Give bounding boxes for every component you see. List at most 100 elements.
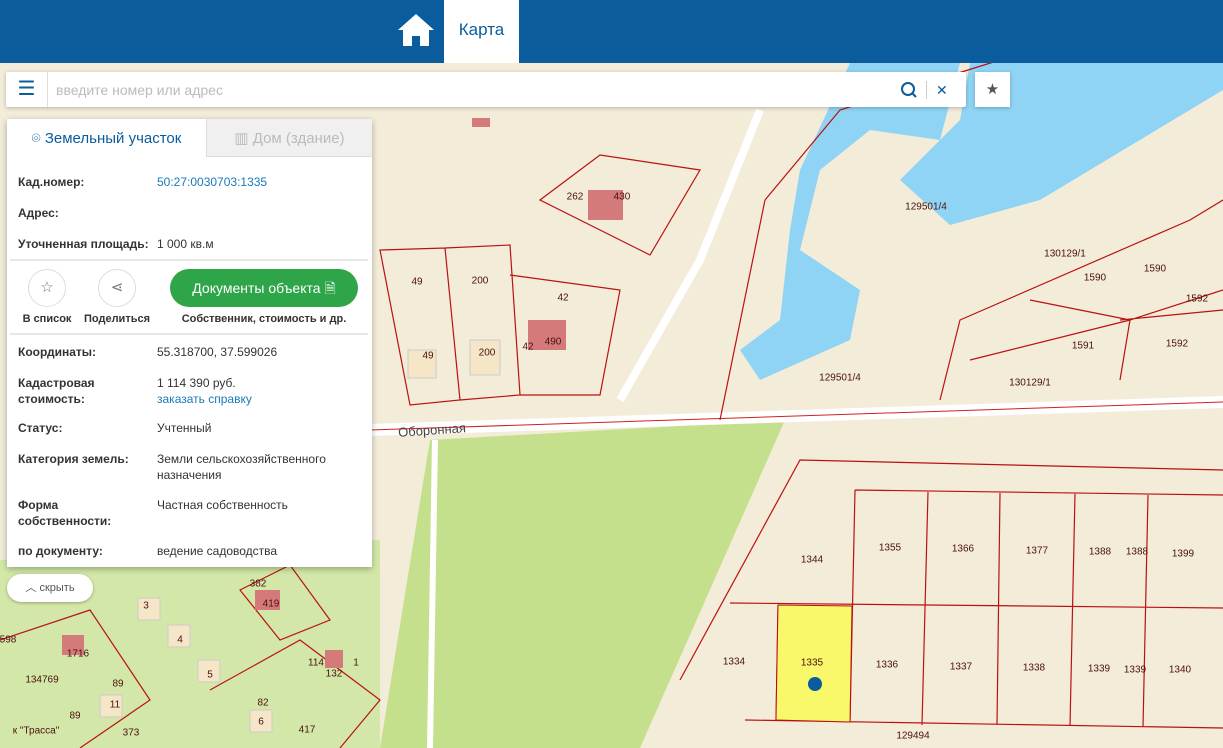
map-parcel-label: 419 bbox=[262, 598, 280, 610]
value: 55.318700, 37.599026 bbox=[157, 345, 278, 359]
document-icon: 🗎 bbox=[324, 280, 336, 296]
map-parcel-label: 1339 bbox=[1087, 663, 1111, 675]
map-parcel-label: 89 bbox=[69, 710, 81, 722]
value: Учтенный bbox=[157, 421, 212, 435]
documents-subtitle: Собственник, стоимость и др. bbox=[181, 313, 347, 325]
map-parcel-label: 42 bbox=[557, 292, 569, 304]
order-certificate-link[interactable]: заказать справку bbox=[157, 391, 367, 407]
label: Кад.номер: bbox=[18, 175, 85, 189]
map-parcel-label: 11 bbox=[109, 699, 121, 711]
map-parcel-label: 1591 bbox=[1071, 340, 1095, 352]
home-icon[interactable] bbox=[396, 12, 436, 48]
map-parcel-label: 82 bbox=[257, 697, 269, 709]
favorites-button[interactable]: ★ bbox=[975, 72, 1010, 107]
add-to-list-button[interactable]: ☆ bbox=[28, 269, 66, 307]
map-parcel-label: 1388 bbox=[1125, 546, 1149, 558]
add-to-list-label: В список bbox=[22, 313, 72, 325]
menu-icon[interactable]: ☰ bbox=[6, 72, 48, 107]
map-parcel-label: 1592 bbox=[1185, 293, 1209, 305]
divider bbox=[926, 81, 927, 99]
map-parcel-label: 1590 bbox=[1083, 272, 1107, 284]
map-parcel-label: 200 bbox=[471, 275, 489, 287]
documents-button[interactable]: Документы объекта 🗎 bbox=[170, 269, 358, 307]
map-parcel-label: 1338 bbox=[1022, 662, 1046, 674]
documents-label: Документы объекта bbox=[192, 280, 321, 296]
map-parcel-label: 3 bbox=[143, 600, 149, 612]
top-bar: Карта bbox=[0, 0, 1223, 63]
map-parcel-label: 1716 bbox=[66, 648, 90, 660]
map-pin-icon: ⌾ bbox=[31, 130, 45, 147]
map-parcel-label: 1366 bbox=[951, 543, 975, 555]
map-parcel-label: 1336 bbox=[875, 659, 899, 671]
map-parcel-label: 1 bbox=[353, 657, 359, 669]
info-panel: ⌾ Земельный участок ▥ Дом (здание) Кад.н… bbox=[7, 119, 372, 567]
divider bbox=[10, 333, 368, 335]
map-parcel-label: 490 bbox=[544, 336, 562, 348]
map-parcel-label: 430 bbox=[613, 191, 631, 203]
map-parcel-label: 114 bbox=[308, 657, 324, 669]
label: по документу: bbox=[18, 544, 103, 558]
map-parcel-label: 42 bbox=[522, 341, 534, 353]
label: Уточненная площадь: bbox=[18, 237, 149, 251]
map-parcel-label: 1399 bbox=[1171, 548, 1195, 560]
map-parcel-label: 1590 bbox=[1143, 263, 1167, 275]
map-parcel-label: к "Трасса" bbox=[12, 725, 60, 737]
map-parcel-label: 1344 bbox=[800, 554, 824, 566]
map-parcel-label: 598 bbox=[0, 634, 17, 646]
map-parcel-label: 1337 bbox=[949, 661, 973, 673]
value: 1 114 390 руб. bbox=[157, 376, 236, 390]
chevron-up-icon: ︿ bbox=[25, 582, 40, 594]
tab-label: Земельный участок bbox=[44, 130, 182, 147]
value: Земли сельскохозяйственного назначения bbox=[157, 452, 326, 482]
map-parcel-label: 262 bbox=[566, 191, 584, 203]
kad-number-link[interactable]: 50:27:0030703:1335 bbox=[157, 174, 367, 190]
map-parcel-label: 1388 bbox=[1088, 546, 1112, 558]
label: Адрес: bbox=[18, 206, 59, 220]
value: Частная собственность bbox=[157, 498, 288, 512]
label: Статус: bbox=[18, 421, 63, 435]
label: Категория земель: bbox=[18, 452, 129, 466]
label: Форма собственности: bbox=[18, 498, 112, 528]
search-input[interactable] bbox=[56, 78, 876, 102]
label: Координаты: bbox=[18, 345, 97, 359]
map-parcel-label: 1335 bbox=[800, 657, 824, 669]
clear-icon[interactable]: ✕ bbox=[936, 81, 954, 99]
map-parcel-label: 49 bbox=[411, 276, 423, 288]
value: ведение садоводства bbox=[157, 544, 278, 558]
map-parcel-label: 1377 bbox=[1025, 545, 1049, 557]
map-parcel-label: 130129/1 bbox=[1044, 248, 1086, 260]
map-parcel-label: 134769 bbox=[25, 674, 59, 686]
search-bar: ☰ ✕ bbox=[6, 72, 966, 107]
map-parcel-label: 417 bbox=[298, 724, 316, 736]
share-button[interactable]: ⋖ bbox=[98, 269, 136, 307]
hide-label: скрыть bbox=[39, 582, 75, 594]
map-parcel-label: 5 bbox=[207, 669, 213, 681]
map-parcel-label: 49 bbox=[422, 350, 434, 362]
map-parcel-label: 4 bbox=[177, 634, 183, 646]
map-parcel-label: 373 bbox=[122, 727, 140, 739]
map-parcel-label: 130129/1 bbox=[1009, 377, 1051, 389]
value: 1 000 кв.м bbox=[157, 237, 214, 251]
map-parcel-label: 1355 bbox=[878, 542, 902, 554]
map-parcel-label: 1592 bbox=[1165, 338, 1189, 350]
label: Кадастровая стоимость: bbox=[18, 376, 95, 406]
map-parcel-label: 1334 bbox=[722, 656, 746, 668]
hide-panel-button[interactable]: ︿ скрыть bbox=[7, 574, 93, 602]
map-parcel-label: 132 bbox=[325, 668, 343, 680]
tab-building[interactable]: ▥ Дом (здание) bbox=[206, 119, 372, 157]
map-parcel-label: 129501/4 bbox=[905, 201, 947, 213]
map-parcel-label: 129494 bbox=[896, 730, 930, 742]
search-icon[interactable] bbox=[900, 81, 918, 99]
map-parcel-label: 200 bbox=[478, 347, 496, 359]
divider bbox=[10, 259, 368, 261]
map-parcel-label: 382 bbox=[249, 578, 267, 590]
tab-land-plot[interactable]: ⌾ Земельный участок bbox=[7, 119, 206, 157]
share-label: Поделиться bbox=[83, 313, 151, 325]
map-parcel-label: 89 bbox=[112, 678, 124, 690]
map-parcel-label: 1340 bbox=[1168, 664, 1192, 676]
tab-label: Дом (здание) bbox=[252, 130, 345, 147]
map-parcel-label: 6 bbox=[258, 716, 264, 728]
map-parcel-label: 129501/4 bbox=[819, 372, 861, 384]
map-parcel-label: 1339 bbox=[1123, 664, 1147, 676]
tab-map[interactable]: Карта bbox=[444, 0, 519, 63]
